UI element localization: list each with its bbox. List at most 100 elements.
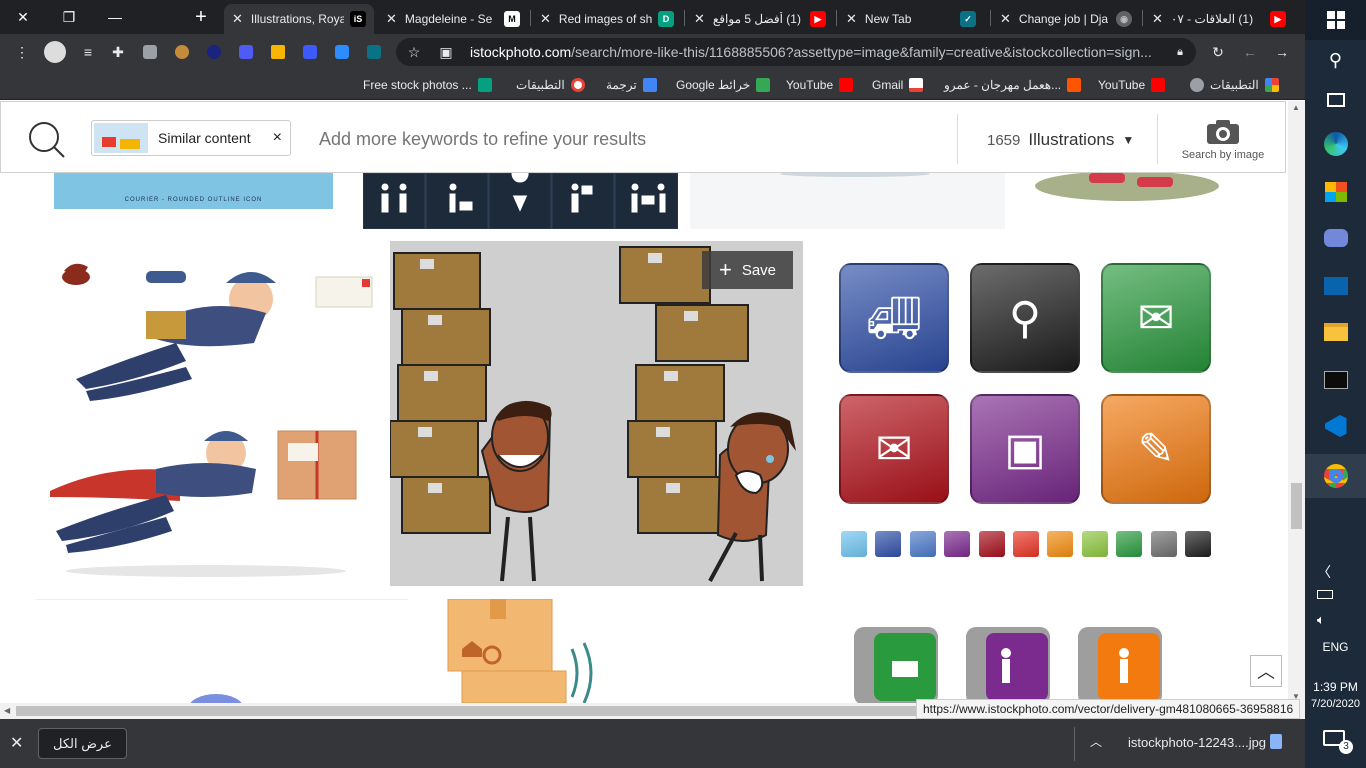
chrome-icon[interactable] xyxy=(1305,454,1366,498)
extension-icon[interactable] xyxy=(143,45,157,59)
minimize-window-icon[interactable]: — xyxy=(92,0,138,34)
start-button[interactable] xyxy=(1305,0,1366,40)
tab-change-job[interactable]: ✕ Change job | Dja ◉ xyxy=(992,4,1140,34)
scroll-left-arrow-icon[interactable]: ◀ xyxy=(4,706,10,715)
youtube-favicon-icon: ▶ xyxy=(810,11,826,27)
checkmark-extension-icon[interactable] xyxy=(367,45,381,59)
globe-favicon-icon: ◉ xyxy=(1116,11,1132,27)
bookmark-apps[interactable]: التطبيقات xyxy=(516,76,591,94)
tab-close-icon[interactable]: ✕ xyxy=(846,11,857,27)
mail-icon[interactable] xyxy=(1305,266,1366,306)
tab-youtube-relations[interactable]: ✕ (1) العلاقات - ٠٧ ▶ xyxy=(1144,4,1294,34)
tab-close-icon[interactable]: ✕ xyxy=(694,11,705,27)
courier-letter-icon: ✉ xyxy=(1101,263,1211,373)
chevron-up-icon: ︿ xyxy=(1257,662,1275,682)
task-view-icon[interactable] xyxy=(1305,80,1366,120)
search-icon[interactable] xyxy=(27,120,67,160)
show-hidden-icons-chevron-icon[interactable]: 〈 xyxy=(1317,562,1331,582)
scroll-up-arrow-icon[interactable]: ▲ xyxy=(1292,103,1300,112)
clock-date[interactable]: 7/20/2020 xyxy=(1305,698,1366,710)
tab-title: Magdeleine - Se xyxy=(404,12,493,26)
result-card-flying-postmen[interactable] xyxy=(36,241,378,586)
store-icon[interactable] xyxy=(1305,172,1366,212)
result-count: 1659 xyxy=(987,131,1021,149)
download-options-chevron-icon[interactable]: ︿ xyxy=(1090,733,1102,750)
asset-type-filter[interactable]: 1659 Illustrations ▼ xyxy=(987,130,1134,150)
bookmark-gmail[interactable]: Gmail xyxy=(872,76,929,94)
camera-icon xyxy=(1207,120,1239,144)
search-extension-icon[interactable] xyxy=(303,45,317,59)
tab-istock[interactable]: ✕ Illustrations, Royal iS xyxy=(224,4,374,34)
bookmark-soundcloud[interactable]: هعمل مهرجان - عمرو... xyxy=(944,76,1087,94)
tab-close-icon[interactable]: ✕ xyxy=(1000,11,1011,27)
moving-box-illustration xyxy=(447,599,593,703)
clock-time[interactable]: 1:39 PM xyxy=(1305,680,1366,694)
tab-red-images[interactable]: ✕ Red images of sh D xyxy=(532,4,682,34)
tab-magdeleine[interactable]: ✕ Magdeleine - Se M xyxy=(378,4,528,34)
extension-icon[interactable] xyxy=(239,45,253,59)
bookmark-translate[interactable]: ترجمة xyxy=(606,76,663,94)
profile-avatar[interactable] xyxy=(44,41,66,63)
terminal-icon[interactable] xyxy=(1305,360,1366,400)
tab-close-icon[interactable]: ✕ xyxy=(232,11,243,27)
site-info-icon[interactable]: ▣ xyxy=(436,42,456,62)
show-all-button[interactable]: عرض الكل xyxy=(38,728,127,759)
tab-close-icon[interactable]: ✕ xyxy=(1152,11,1163,27)
search-by-image-button[interactable]: Search by image xyxy=(1173,118,1273,161)
result-card-delivery-icon-set[interactable]: 🚚︎ ⚲ ✉ ✉ ▣ ✎ xyxy=(815,241,1235,586)
media-control-icon[interactable]: ≡ xyxy=(78,42,98,62)
bookmark-star-icon[interactable]: ☆ xyxy=(404,42,424,62)
result-card-moving-box[interactable] xyxy=(420,599,772,703)
back-arrow-icon[interactable]: → xyxy=(1272,42,1292,62)
tab-youtube-arabic[interactable]: ✕ (1) أفضل 5 مواقع ▶ xyxy=(686,4,834,34)
bookmark-apps-2[interactable]: التطبيقات xyxy=(1184,76,1285,94)
vertical-scrollbar[interactable]: ▲ ▼ xyxy=(1288,101,1305,703)
discord-icon[interactable] xyxy=(1305,218,1366,258)
result-card-3d-icons[interactable] xyxy=(784,599,1235,703)
result-card-boxes-characters[interactable]: + Save xyxy=(390,241,803,586)
screen: ✕ ❐ — + ✕ Illustrations, Royal iS ✕ Magd… xyxy=(0,0,1366,768)
new-tab-button[interactable]: + xyxy=(178,0,224,34)
extensions-puzzle-icon[interactable]: ✚ xyxy=(108,42,128,62)
menu-dots-icon[interactable]: ⋮ xyxy=(12,42,32,62)
cookie-extension-icon[interactable] xyxy=(175,45,189,59)
search-extension-icon[interactable] xyxy=(335,45,349,59)
search-taskbar-icon[interactable]: ⚲ xyxy=(1305,40,1366,80)
scroll-to-top-button[interactable]: ︿ xyxy=(1250,655,1282,687)
3d-delivery-icons xyxy=(854,627,1162,703)
result-card-avatar[interactable] xyxy=(36,599,408,703)
tab-close-icon[interactable]: ✕ xyxy=(386,11,397,27)
scrollbar-thumb[interactable] xyxy=(1291,483,1302,529)
extension-icon[interactable] xyxy=(271,45,285,59)
bookmark-youtube-2[interactable]: YouTube xyxy=(1098,76,1171,94)
bookmark-google-maps[interactable]: Google خرائط xyxy=(676,76,776,94)
keywords-input[interactable] xyxy=(319,122,919,156)
lock-icon: 🔒︎ xyxy=(1177,45,1183,58)
extension-icon[interactable] xyxy=(207,45,221,59)
url-host: istockphoto.com xyxy=(470,44,572,60)
tab-new-tab[interactable]: ✕ New Tab xyxy=(838,4,948,34)
close-download-bar-icon[interactable]: ✕ xyxy=(10,733,23,753)
bookmark-free-stock-photos[interactable]: Free stock photos ... xyxy=(363,76,498,94)
bookmark-youtube[interactable]: YouTube xyxy=(786,76,859,94)
chip-close-icon[interactable]: × xyxy=(273,129,282,147)
address-bar[interactable]: ☆ ▣ istockphoto.com/search/more-like-thi… xyxy=(396,38,1196,66)
battery-icon[interactable] xyxy=(1317,590,1333,599)
tab-pinned-check[interactable]: ✓ xyxy=(952,4,988,34)
restore-window-icon[interactable]: ❐ xyxy=(46,0,92,34)
forward-arrow-icon[interactable]: ← xyxy=(1240,42,1260,62)
color-swatch xyxy=(875,531,902,557)
download-filename[interactable]: istockphoto-12243....jpg xyxy=(1128,735,1266,750)
tab-close-icon[interactable]: ✕ xyxy=(540,11,551,27)
close-window-icon[interactable]: ✕ xyxy=(0,0,46,34)
file-explorer-icon[interactable] xyxy=(1305,312,1366,352)
vscode-icon[interactable] xyxy=(1305,406,1366,446)
color-swatch xyxy=(944,531,971,557)
edge-icon[interactable] xyxy=(1305,124,1366,164)
color-swatch xyxy=(841,531,867,557)
save-button[interactable]: + Save xyxy=(702,251,793,289)
language-indicator[interactable]: ENG xyxy=(1305,640,1366,654)
similar-content-chip[interactable]: Similar content × xyxy=(91,120,291,156)
reload-icon[interactable]: ↻ xyxy=(1208,42,1228,62)
volume-icon[interactable]: 🔈︎ xyxy=(1317,612,1325,628)
